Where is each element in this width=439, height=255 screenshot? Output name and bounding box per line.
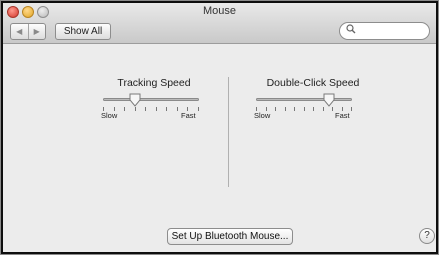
- tracking-slow-label: Slow: [101, 111, 118, 120]
- slider-tick: [124, 107, 125, 111]
- slider-tick: [145, 107, 146, 111]
- preferences-window: Mouse ◀ ▶ Show All Tracking Speed Slow F…: [3, 3, 436, 252]
- slider-tick: [177, 107, 178, 111]
- show-all-button[interactable]: Show All: [55, 23, 111, 40]
- slider-tick: [135, 107, 136, 111]
- slider-tick: [285, 107, 286, 111]
- tracking-speed-label: Tracking Speed: [117, 77, 191, 89]
- slider-tick: [166, 107, 167, 111]
- search-input[interactable]: [358, 24, 428, 38]
- help-button[interactable]: ?: [419, 228, 435, 244]
- section-divider: [228, 77, 229, 187]
- screen-frame: Mouse ◀ ▶ Show All Tracking Speed Slow F…: [0, 0, 439, 255]
- slider-tick: [332, 107, 333, 111]
- slider-tick: [351, 107, 352, 111]
- slider-tick: [304, 107, 305, 111]
- forward-arrow-icon[interactable]: ▶: [27, 24, 46, 39]
- slider-tick: [294, 107, 295, 111]
- title-bar: Mouse ◀ ▶ Show All: [3, 3, 436, 44]
- set-up-bluetooth-mouse-button[interactable]: Set Up Bluetooth Mouse...: [167, 228, 293, 245]
- slider-thumb[interactable]: [323, 93, 335, 107]
- slider-tick: [323, 107, 324, 111]
- back-forward-control: ◀ ▶: [10, 23, 46, 40]
- double-click-speed-label: Double-Click Speed: [266, 77, 360, 89]
- double-click-fast-label: Fast: [335, 111, 350, 120]
- back-arrow-icon[interactable]: ◀: [11, 24, 28, 39]
- search-field[interactable]: [339, 22, 430, 40]
- tracking-fast-label: Fast: [181, 111, 196, 120]
- slider-thumb[interactable]: [129, 93, 141, 107]
- slider-track: [103, 98, 199, 101]
- slider-track: [256, 98, 352, 101]
- slider-tick: [198, 107, 199, 111]
- window-title: Mouse: [202, 5, 237, 17]
- search-icon: [346, 24, 356, 37]
- slider-tick: [275, 107, 276, 111]
- slider-tick: [156, 107, 157, 111]
- slider-tick: [313, 107, 314, 111]
- double-click-slow-label: Slow: [254, 111, 271, 120]
